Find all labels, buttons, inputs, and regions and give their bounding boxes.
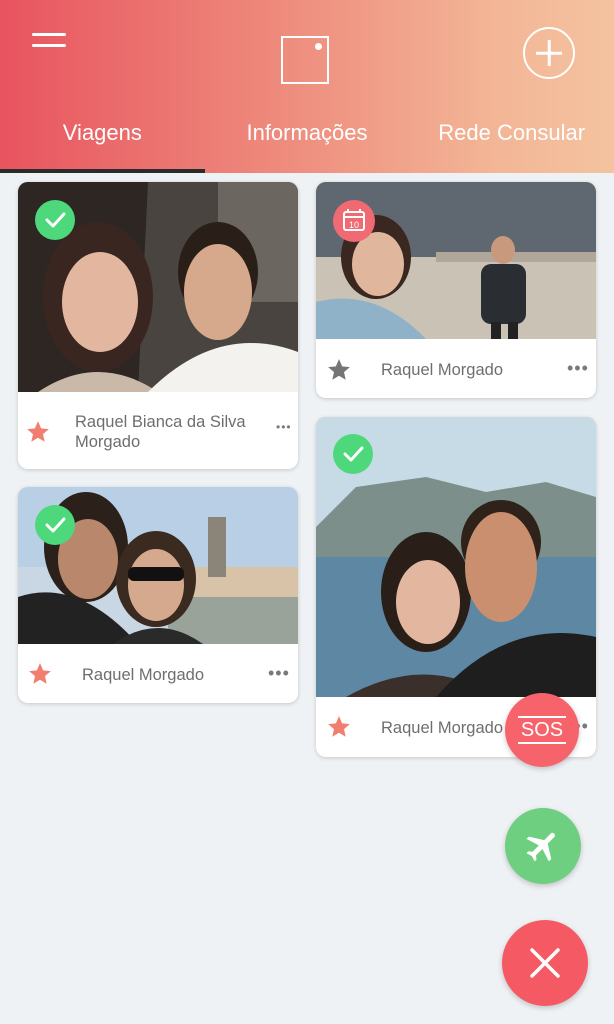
sos-button[interactable]: SOS [505,693,579,767]
svg-text:10: 10 [349,220,359,230]
app-header: Viagens Informações Rede Consular [0,0,614,173]
sos-label: SOS [517,716,567,744]
close-icon [530,948,560,978]
logo-icon [281,36,329,84]
close-menu-button[interactable] [502,920,588,1006]
check-icon [35,200,75,240]
tab-rede-consular[interactable]: Rede Consular [409,110,614,160]
airplane-icon [526,832,555,862]
tab-bar: Viagens Informações Rede Consular [0,110,614,160]
check-icon [35,505,75,545]
traveler-name: Raquel Morgado [381,719,503,737]
trip-card[interactable]: Raquel Bianca da Silva Morgado ••• [18,182,298,469]
traveler-name: Raquel Morgado [82,666,204,684]
tab-viagens[interactable]: Viagens [0,110,205,160]
favorite-star-icon[interactable] [25,419,51,445]
trip-card[interactable]: Raquel Morgado ••• [18,487,298,703]
add-flight-button[interactable] [505,808,581,884]
menu-icon[interactable] [32,30,66,52]
more-options-button[interactable]: ••• [276,420,292,434]
tab-informacoes[interactable]: Informações [205,110,410,160]
more-options-button[interactable]: ••• [268,663,290,684]
trip-card[interactable]: 10 Raquel Morgado ••• [316,182,596,398]
favorite-star-icon[interactable] [326,714,352,740]
favorite-star-icon[interactable] [326,357,352,383]
add-trip-button[interactable] [523,27,575,79]
favorite-star-icon[interactable] [27,661,53,687]
active-tab-indicator [0,169,205,173]
traveler-name: Raquel Morgado [381,361,503,379]
more-options-button[interactable]: ••• [567,358,589,379]
traveler-name: Raquel Bianca da Silva Morgado [75,413,246,451]
calendar-icon: 10 [333,200,375,242]
check-icon [333,434,373,474]
